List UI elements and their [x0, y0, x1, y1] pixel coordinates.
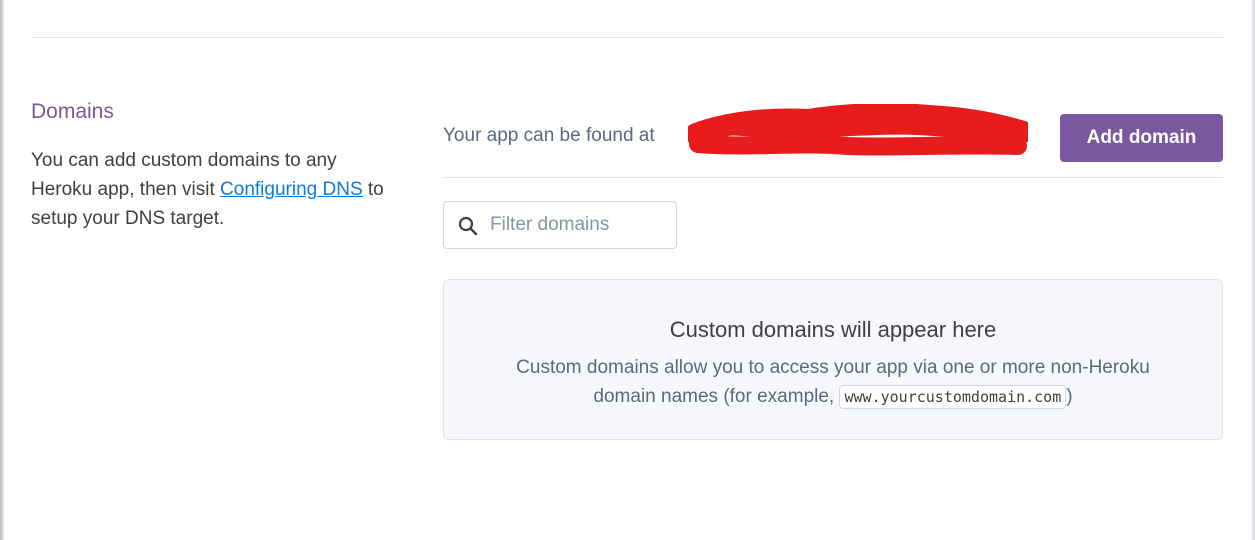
app-url-text: Your app can be found at m/ — [443, 125, 1009, 147]
section-title: Domains — [31, 100, 114, 123]
filter-domains-input[interactable] — [490, 203, 670, 247]
empty-state-panel: Custom domains will appear here Custom d… — [443, 279, 1223, 440]
filter-domains-field[interactable] — [443, 201, 677, 249]
window-left-edge — [0, 0, 4, 540]
domains-settings-page: Domains You can add custom domains to an… — [0, 0, 1255, 540]
row-divider — [443, 177, 1223, 178]
configuring-dns-link[interactable]: Configuring DNS — [220, 179, 363, 200]
section-divider — [31, 37, 1223, 38]
empty-state-title: Custom domains will appear here — [669, 317, 997, 342]
add-domain-button[interactable]: Add domain — [1060, 114, 1223, 162]
empty-state-description: Custom domains allow you to access your … — [484, 353, 1182, 412]
domain-example-code: www.yourcustomdomain.com — [839, 385, 1067, 409]
section-description: You can add custom domains to any Heroku… — [31, 146, 401, 233]
empty-state-desc-suffix: ) — [1066, 386, 1073, 407]
search-icon — [458, 216, 478, 236]
app-url-link[interactable]: m/ — [988, 125, 1009, 146]
app-url-prefix: Your app can be found at — [443, 125, 660, 146]
app-url-row: Your app can be found at m/ Add domain — [443, 104, 1223, 162]
